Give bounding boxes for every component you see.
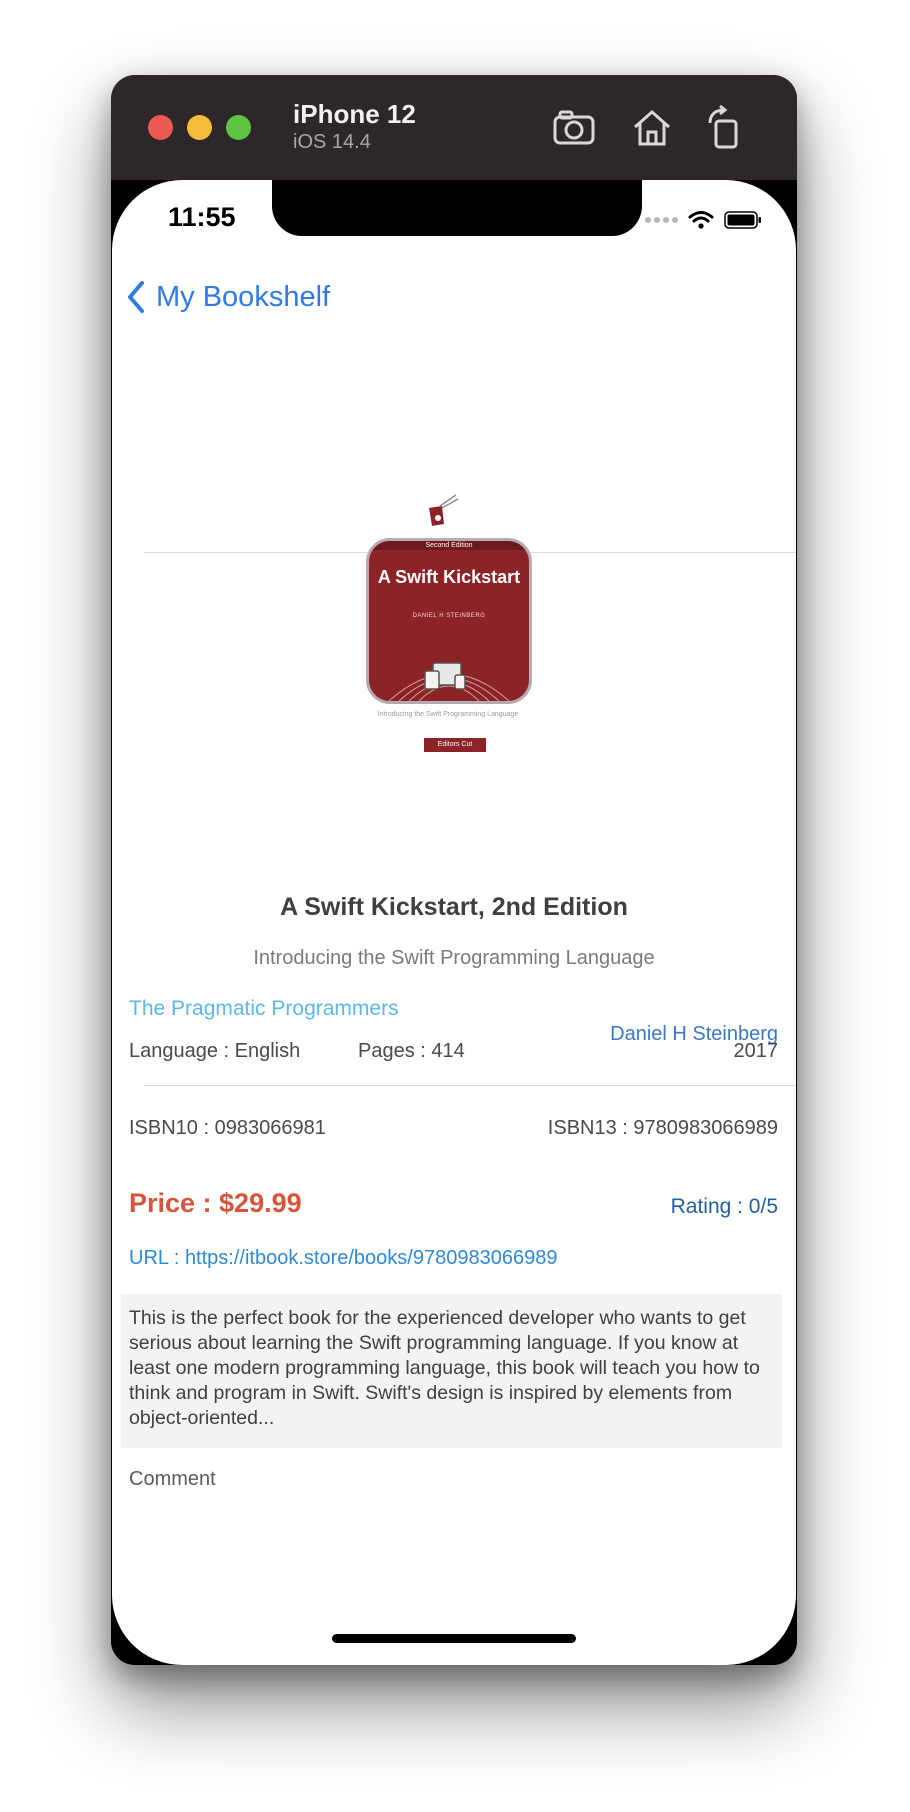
status-time: 11:55	[168, 202, 236, 232]
minimize-window-button[interactable]	[187, 115, 212, 140]
book-language: Language : English	[129, 1040, 301, 1062]
phone-screen: 11:55 My Bookshelf Second Edition A Swif…	[112, 180, 796, 1665]
wifi-icon	[688, 211, 714, 229]
book-cover-image: Second Edition A Swift Kickstart DANIEL …	[358, 492, 538, 772]
close-window-button[interactable]	[148, 115, 173, 140]
notch	[272, 180, 642, 236]
device-name: iPhone 12	[293, 99, 416, 129]
book-description: This is the perfect book for the experie…	[121, 1294, 782, 1448]
book-pages: Pages : 414	[358, 1040, 465, 1062]
devices-illustration-icon	[388, 662, 510, 701]
rotate-device-icon[interactable]	[703, 105, 749, 151]
cover-edition-label: Second Edition	[369, 541, 529, 550]
simulator-window: iPhone 12 iOS 14.4 11:55 My Bookshelf Se…	[111, 75, 797, 1665]
chevron-left-icon	[128, 281, 144, 313]
book-year: 2017	[733, 1040, 779, 1062]
back-button-label: My Bookshelf	[156, 280, 331, 313]
book-isbn13: ISBN13 : 9780983066989	[547, 1117, 778, 1139]
details-divider	[144, 1085, 796, 1086]
book-isbn10: ISBN10 : 0983066981	[129, 1117, 326, 1139]
book-price: Price : $29.99	[129, 1188, 302, 1218]
device-os-version: iOS 14.4	[293, 131, 371, 153]
home-icon[interactable]	[629, 105, 675, 151]
book-rating: Rating : 0/5	[670, 1195, 778, 1218]
book-subtitle: Introducing the Swift Programming Langua…	[253, 947, 655, 969]
cover-art: Second Edition A Swift Kickstart DANIEL …	[366, 538, 532, 704]
cellular-signal-icon	[645, 217, 678, 223]
publisher-logo-icon	[429, 494, 459, 526]
cover-author: DANIEL H STEINBERG	[412, 613, 486, 619]
book-publisher: The Pragmatic Programmers	[129, 997, 399, 1020]
back-button[interactable]: My Bookshelf	[126, 280, 330, 314]
book-url-link[interactable]: URL : https://itbook.store/books/9780983…	[129, 1247, 557, 1270]
simulator-titlebar: iPhone 12 iOS 14.4	[111, 75, 797, 180]
battery-icon	[724, 211, 761, 229]
home-indicator[interactable]	[332, 1634, 576, 1643]
book-title: A Swift Kickstart, 2nd Edition	[280, 893, 628, 921]
cover-title: A Swift Kickstart	[377, 567, 521, 587]
maximize-window-button[interactable]	[226, 115, 251, 140]
simulator-stage: iPhone 12 iOS 14.4 11:55 My Bookshelf Se…	[0, 0, 910, 1812]
cover-subtitle: Introducing the Swift Programming Langua…	[377, 711, 519, 718]
screenshot-camera-icon[interactable]	[551, 105, 597, 151]
comment-input[interactable]: Comment	[129, 1468, 216, 1491]
cover-publisher-label: Editors Cut	[424, 738, 486, 752]
status-icons	[645, 210, 762, 230]
